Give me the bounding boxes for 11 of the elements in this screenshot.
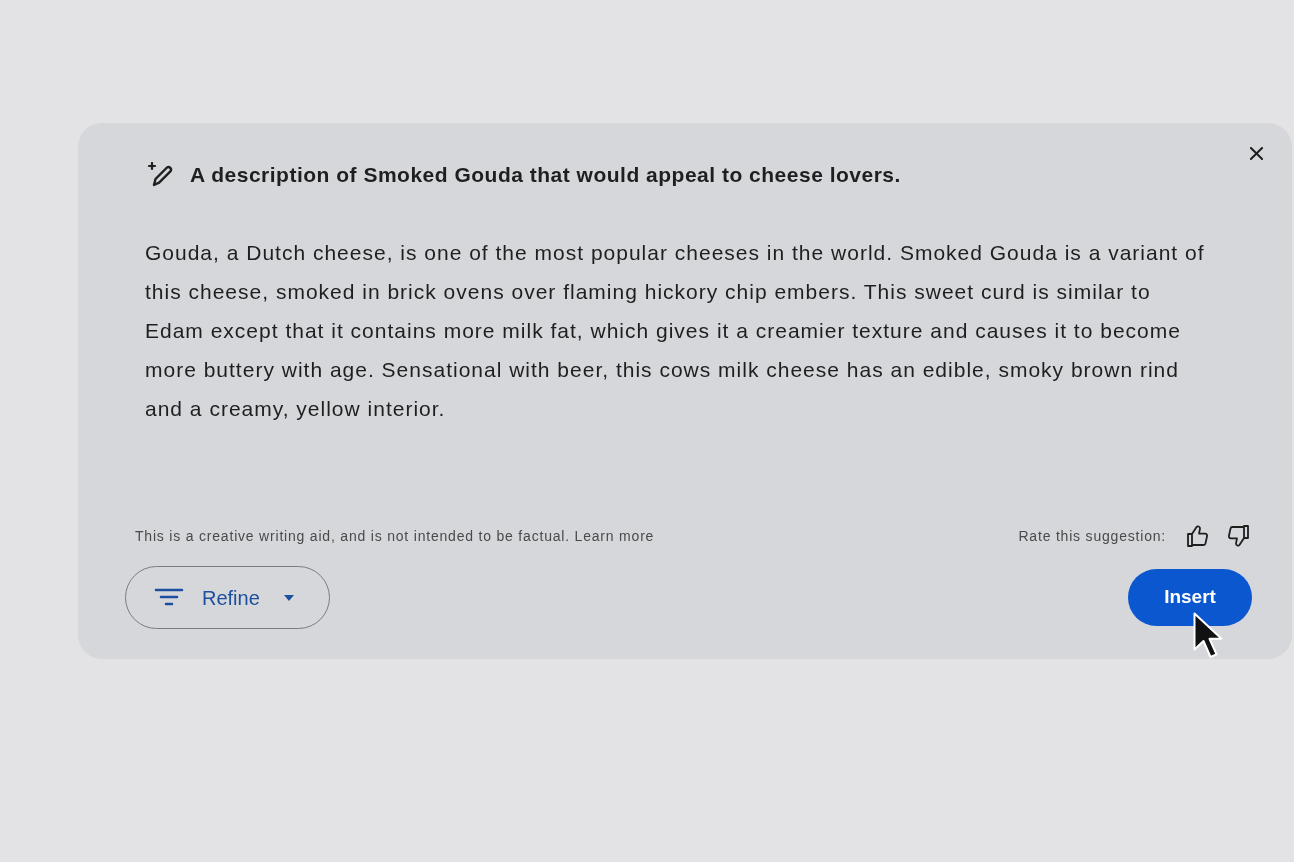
pen-sparkle-icon: [147, 162, 175, 188]
learn-more-link[interactable]: Learn more: [574, 527, 655, 544]
thumbs-up-icon: [1186, 524, 1210, 548]
disclaimer-text: This is a creative writing aid, and is not intended to be factual. Learn more: [135, 526, 655, 546]
rating-label: Rate this suggestion:: [1018, 526, 1166, 546]
caret-icon: [283, 594, 294, 601]
suggestion-text: Gouda, a Dutch cheese, is one of the most popular cheeses in the world. Smoked Gouda is a variant of this cheese, smoked in brick ovens over flaming hickory chip embers. This sweet curd is similar to Edam except that it contains more milk fat, which gives it a creamier texture and causes it to become more buttery with age. Sensational with beer, this cows milk cheese has an edible, smoky brown rind and a creamy, yellow interior.: [145, 240, 1206, 422]
close-icon: [1249, 146, 1263, 160]
insert-button[interactable]: Insert: [1128, 569, 1252, 626]
prompt-title: A description of Smoked Gouda that would appeal to cheese lovers.: [190, 162, 901, 189]
thumbs-down-icon: [1226, 524, 1250, 548]
